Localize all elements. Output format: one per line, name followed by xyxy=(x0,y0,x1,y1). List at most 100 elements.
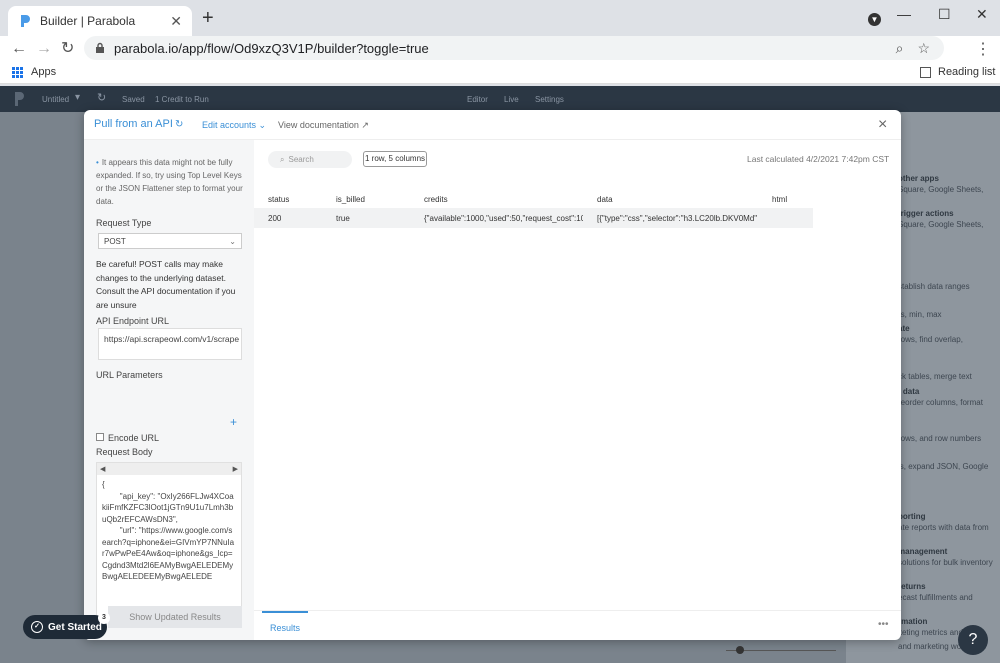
library-item[interactable]: t data reorder columns, format xyxy=(898,387,983,407)
browser-tab[interactable]: Builder | Parabola ✕ xyxy=(8,6,192,36)
chevron-down-icon: ⌄ xyxy=(258,120,267,130)
post-warning: Be careful! POST calls may make changes … xyxy=(96,259,236,310)
tab-settings[interactable]: Settings xyxy=(535,95,564,104)
view-documentation-label: View documentation xyxy=(278,120,359,130)
browser-menu-icon[interactable]: ⋮ xyxy=(975,39,991,59)
request-type-label: Request Type xyxy=(96,218,152,228)
results-table: status is_billed credits data html 200 t… xyxy=(254,190,813,228)
table-row: 200 true {"available":1000,"used":50,"re… xyxy=(254,208,813,228)
help-button[interactable]: ? xyxy=(958,625,988,655)
scroll-left-icon[interactable]: ◀ xyxy=(100,465,105,473)
edit-accounts-button[interactable]: Edit accounts ⌄ xyxy=(202,120,266,131)
column-header[interactable]: data xyxy=(583,190,758,208)
address-bar[interactable]: parabola.io/app/flow/Od9xzQ3V1P/builder?… xyxy=(84,36,944,60)
table-cell[interactable]: {"available":1000,"used":50,"request_cos… xyxy=(410,208,583,228)
row-count-badge: 1 row, 5 columns xyxy=(363,151,427,167)
close-window-icon[interactable]: ✕ xyxy=(976,6,988,23)
minimize-icon[interactable]: — xyxy=(897,6,911,22)
parabola-app-logo-icon[interactable] xyxy=(14,92,24,106)
new-tab-button[interactable]: + xyxy=(202,8,214,28)
zoom-slider-handle[interactable] xyxy=(736,646,744,654)
add-parameter-icon[interactable]: + xyxy=(230,415,237,429)
url-parameters-label: URL Parameters xyxy=(96,370,163,380)
column-header[interactable]: is_billed xyxy=(322,190,410,208)
url-text: parabola.io/app/flow/Od9xzQ3V1P/builder?… xyxy=(114,40,429,56)
more-options-icon[interactable]: ••• xyxy=(878,619,889,630)
external-link-icon: ↗ xyxy=(361,120,369,130)
horizontal-scrollbar[interactable]: ◀ ▶ xyxy=(97,463,241,475)
library-item[interactable]: ate rows, find overlap, xyxy=(898,324,963,344)
request-body-text: { "api_key": "OxIy266FLJw4XCoakiiFmfKZFC… xyxy=(102,480,235,581)
request-type-select[interactable]: POST ⌄ xyxy=(98,233,242,249)
browser-tab-strip: Builder | Parabola ✕ + ▼ — ☐ ✕ xyxy=(0,0,1000,36)
library-item[interactable]: returns ecast fulfillments and xyxy=(898,582,973,602)
modal-header: Pull from an API ↻ Edit accounts ⌄ View … xyxy=(84,110,901,140)
encode-url-label: Encode URL xyxy=(108,433,160,443)
last-calculated: Last calculated 4/2/2021 7:42pm CST xyxy=(747,154,890,164)
browser-toolbar: ← → ↻ parabola.io/app/flow/Od9xzQ3V1P/bu… xyxy=(0,36,1000,62)
close-modal-icon[interactable]: × xyxy=(878,116,887,134)
tab-close-icon[interactable]: ✕ xyxy=(170,13,182,30)
tab-editor[interactable]: Editor xyxy=(467,95,488,104)
tab-live[interactable]: Live xyxy=(504,95,519,104)
settings-sidebar: • It appears this data might not be fully… xyxy=(84,140,254,640)
maximize-icon[interactable]: ☐ xyxy=(938,6,951,23)
tab-title: Builder | Parabola xyxy=(40,14,136,28)
library-item[interactable]: rs, min, max xyxy=(898,308,942,319)
checkmark-icon: ✓ xyxy=(31,621,43,633)
refresh-icon[interactable]: ↻ xyxy=(175,119,183,130)
reading-list-icon xyxy=(920,66,931,78)
profile-icon[interactable]: ▼ xyxy=(868,13,881,26)
table-cell[interactable]: true xyxy=(322,208,410,228)
request-body-label: Request Body xyxy=(96,447,153,457)
column-header[interactable]: credits xyxy=(410,190,583,208)
library-item[interactable]: management solutions for bulk inventory xyxy=(898,547,993,567)
flow-menu-chevron-icon[interactable]: ▾ xyxy=(75,92,80,103)
parabola-logo-icon xyxy=(21,15,30,27)
column-header[interactable]: status xyxy=(254,190,322,208)
library-item[interactable]: porting ate reports with data from xyxy=(898,512,989,532)
apps-grid-icon xyxy=(12,66,23,78)
flow-name[interactable]: Untitled xyxy=(42,95,69,104)
library-item[interactable]: trigger actions Square, Google Sheets, xyxy=(898,209,983,229)
scroll-right-icon[interactable]: ▶ xyxy=(233,465,238,473)
get-started-button[interactable]: ✓ Get Started xyxy=(23,615,107,639)
results-footer: Results ••• xyxy=(254,610,901,640)
reload-icon[interactable]: ↻ xyxy=(61,39,74,59)
search-placeholder: Search xyxy=(288,155,314,164)
info-bullet-icon: • xyxy=(96,158,99,167)
library-item[interactable]: rmation keting metrics and xyxy=(898,617,963,637)
note-text: It appears this data might not be fully … xyxy=(96,158,243,206)
table-header-row: status is_billed credits data html xyxy=(254,190,813,208)
endpoint-label: API Endpoint URL xyxy=(96,316,170,326)
encode-url-checkbox[interactable] xyxy=(96,433,104,441)
redo-icon[interactable]: ↻ xyxy=(97,91,106,104)
library-item[interactable]: ck tables, merge text xyxy=(898,370,972,381)
reading-list-label: Reading list xyxy=(938,66,996,78)
library-item[interactable]: rows, and row numbers xyxy=(898,432,981,443)
table-cell[interactable]: 200 xyxy=(254,208,322,228)
table-cell[interactable]: [{"type":"css","selector":"h3.LC20lb.DKV… xyxy=(583,208,758,228)
table-cell[interactable] xyxy=(758,208,813,228)
step-settings-modal: Pull from an API ↻ Edit accounts ⌄ View … xyxy=(84,110,901,640)
back-icon[interactable]: ← xyxy=(11,39,27,59)
tab-results[interactable]: Results xyxy=(270,623,300,633)
column-header[interactable]: html xyxy=(758,190,813,208)
view-documentation-link[interactable]: View documentation ↗ xyxy=(278,120,369,131)
expansion-note: • It appears this data might not be fully… xyxy=(96,156,244,208)
bookmark-star-icon[interactable]: ☆ xyxy=(917,40,930,57)
library-item[interactable]: other apps Square, Google Sheets, xyxy=(898,174,983,194)
search-input[interactable]: ⌕ Search xyxy=(268,151,352,168)
library-item[interactable]: stablish data ranges xyxy=(898,280,970,291)
notification-badge: 3 xyxy=(98,612,110,624)
request-body-editor[interactable]: ◀ ▶ { "api_key": "OxIy266FLJw4XCoakiiFmfK… xyxy=(96,462,242,620)
reading-list-button[interactable]: Reading list xyxy=(920,66,995,78)
library-item[interactable]: is, expand JSON, Google xyxy=(898,460,988,471)
zoom-icon[interactable]: ⌕ xyxy=(896,40,904,57)
saved-status: Saved xyxy=(122,95,145,104)
endpoint-url-input[interactable]: https://api.scrapeowl.com/v1/scrape xyxy=(98,328,242,360)
apps-bookmark[interactable]: Apps xyxy=(12,66,56,78)
show-updated-results-button[interactable]: Show Updated Results xyxy=(108,606,242,628)
forward-icon[interactable]: → xyxy=(36,39,52,59)
edit-accounts-label: Edit accounts xyxy=(202,120,257,130)
